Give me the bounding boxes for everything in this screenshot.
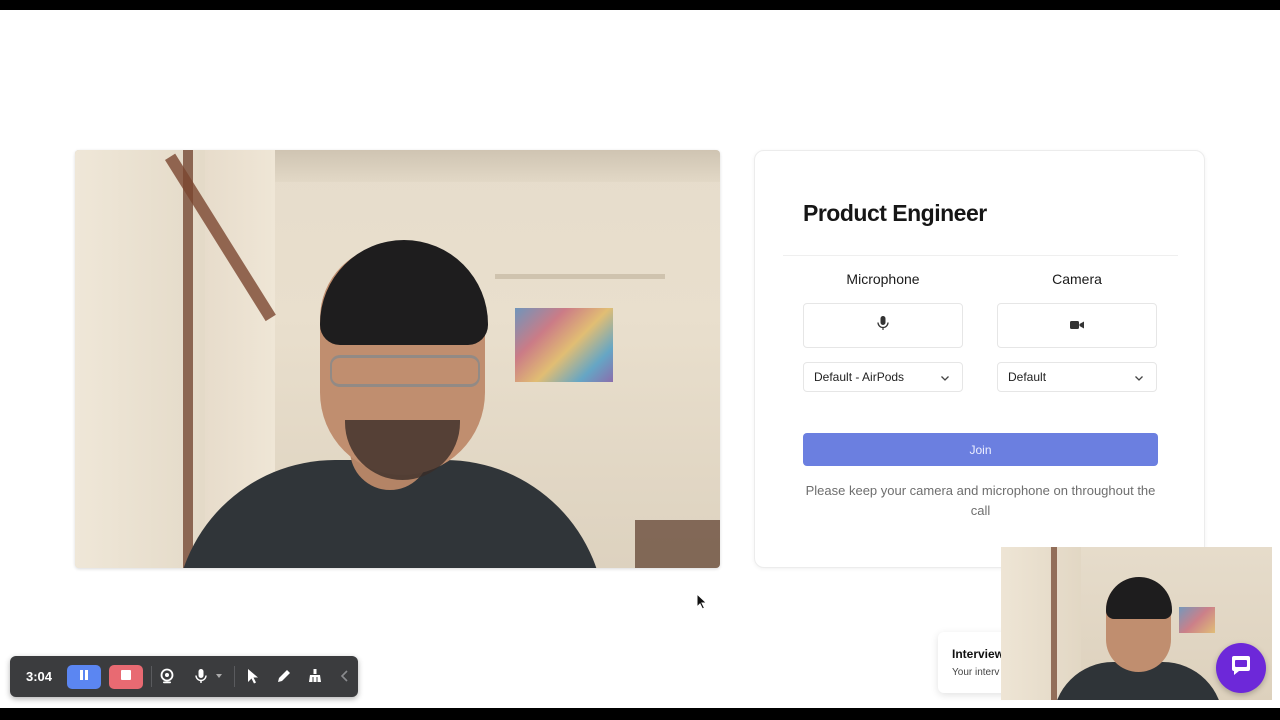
pause-button[interactable] — [67, 665, 101, 689]
video-scene-furniture — [635, 520, 720, 568]
webcam-scene-poster — [1179, 607, 1215, 633]
chat-button[interactable] — [1216, 643, 1266, 693]
pause-icon — [78, 668, 90, 686]
webcam-icon[interactable] — [157, 666, 177, 686]
bottom-black-bar — [0, 708, 1280, 720]
chat-icon — [1228, 653, 1254, 684]
camera-select[interactable]: Default — [997, 362, 1157, 392]
collapse-icon[interactable] — [335, 666, 355, 686]
toast-title: Interview — [952, 647, 1005, 661]
mouse-cursor-icon — [696, 592, 708, 610]
job-title: Product Engineer — [803, 200, 987, 226]
video-scene-shelf — [495, 274, 665, 279]
stop-button[interactable] — [109, 665, 143, 689]
video-scene-poster — [515, 308, 613, 382]
microphone-select[interactable]: Default - AirPods — [803, 362, 963, 392]
person-glasses — [330, 355, 480, 387]
eraser-icon[interactable] — [305, 666, 325, 686]
join-button[interactable]: Join — [803, 433, 1158, 466]
top-black-bar — [0, 0, 1280, 10]
chevron-down-icon — [940, 372, 950, 382]
toolbar-divider — [151, 666, 152, 687]
toolbar-divider — [234, 666, 235, 687]
camera-preview-video — [75, 150, 720, 568]
camera-select-value: Default — [1008, 370, 1047, 384]
recording-timer: 3:04 — [26, 669, 53, 684]
help-text: Please keep your camera and microphone o… — [805, 483, 1156, 518]
camera-preview[interactable] — [997, 303, 1157, 348]
microphone-label: Microphone — [846, 271, 920, 287]
webcam-scene-door-frame — [1051, 547, 1057, 700]
video-scene-door-frame — [183, 150, 193, 568]
recording-toolbar: 3:04 — [10, 656, 358, 697]
chevron-down-icon — [1134, 372, 1144, 382]
toast-subtitle: Your interv — [952, 667, 1000, 678]
mic-options-chevron-icon[interactable] — [209, 666, 229, 686]
stop-icon — [120, 668, 132, 686]
camera-label: Camera — [1052, 271, 1102, 287]
microphone-preview[interactable] — [803, 303, 963, 348]
join-card: Product Engineer Microphone Camera Defau… — [754, 150, 1205, 568]
mic-icon[interactable] — [191, 666, 211, 686]
video-camera-icon — [1070, 317, 1084, 335]
pen-icon[interactable] — [274, 666, 294, 686]
pointer-icon[interactable] — [243, 666, 263, 686]
webcam-scene-door — [1001, 547, 1081, 700]
person-hair — [320, 240, 488, 345]
card-divider — [783, 255, 1178, 256]
microphone-select-value: Default - AirPods — [814, 370, 905, 384]
microphone-icon — [877, 316, 889, 335]
webcam-person-hair — [1106, 577, 1172, 619]
